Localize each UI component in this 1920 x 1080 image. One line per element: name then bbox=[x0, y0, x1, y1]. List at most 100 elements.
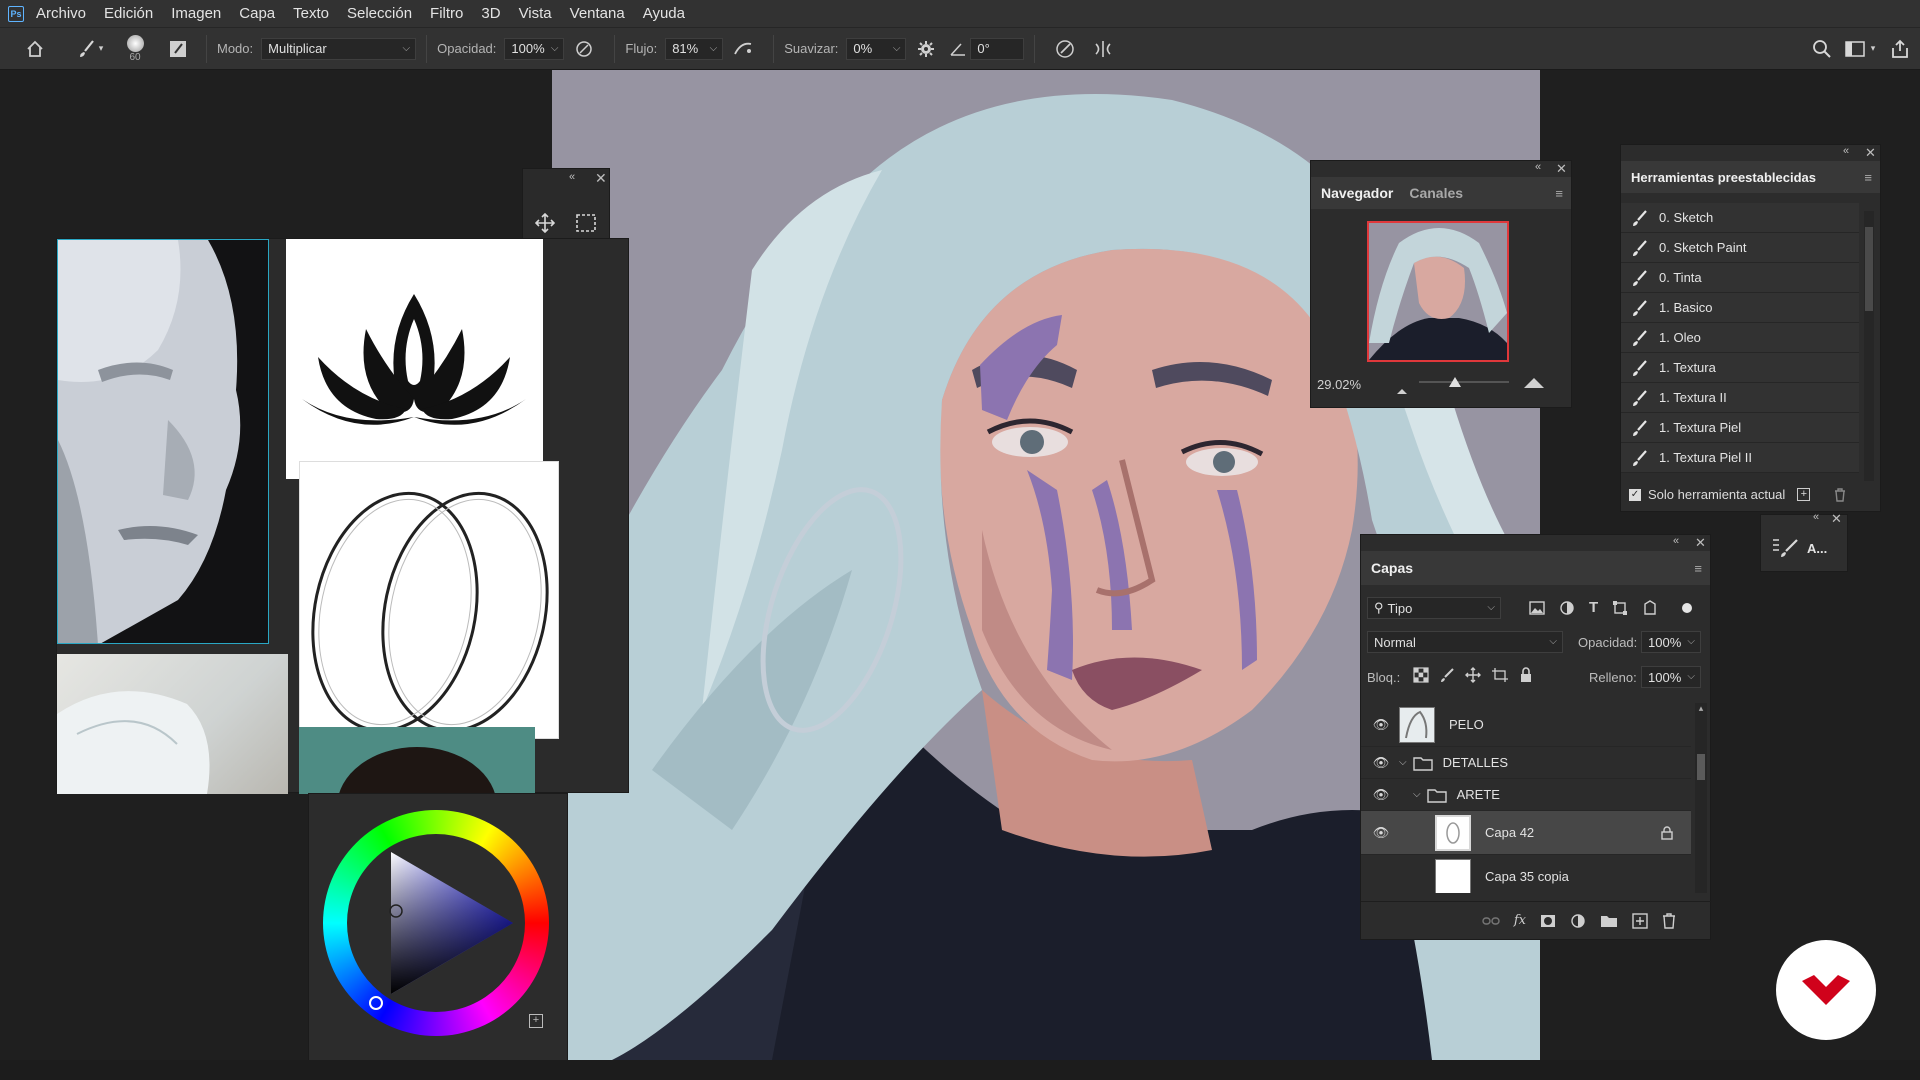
layer-filter-select[interactable]: ⚲ Tipo ⌵ bbox=[1367, 597, 1501, 619]
symmetry-icon[interactable] bbox=[1085, 38, 1121, 60]
layer-row-arete[interactable]: 👁 ⌵ ARETE bbox=[1361, 779, 1691, 811]
close-icon[interactable]: ✕ bbox=[595, 170, 607, 187]
preset-item[interactable]: 1. Oleo bbox=[1621, 323, 1859, 353]
search-icon[interactable] bbox=[1804, 39, 1840, 59]
panel-menu-icon[interactable]: ≡ bbox=[1864, 170, 1872, 185]
blend-mode-select[interactable]: Normal ⌵ bbox=[1367, 631, 1563, 653]
new-layer-icon[interactable] bbox=[1632, 912, 1648, 929]
menu-vista[interactable]: Vista bbox=[519, 5, 552, 22]
eye-icon[interactable]: 👁 bbox=[1371, 717, 1391, 733]
shape-filter-icon[interactable] bbox=[1612, 600, 1628, 616]
layer-row-capa-35-copia[interactable]: 👁 Capa 35 copia bbox=[1361, 855, 1691, 893]
navigator-thumbnail[interactable] bbox=[1367, 221, 1509, 362]
menu-capa[interactable]: Capa bbox=[239, 5, 275, 22]
trash-icon[interactable] bbox=[1834, 487, 1846, 502]
menu-ayuda[interactable]: Ayuda bbox=[643, 5, 685, 22]
zoom-value[interactable]: 29.02% bbox=[1317, 377, 1361, 392]
panel-menu-icon[interactable]: ≡ bbox=[1555, 186, 1563, 201]
collapse-icon[interactable]: « bbox=[1843, 145, 1849, 157]
close-icon[interactable]: ✕ bbox=[1831, 511, 1842, 527]
marquee-tool-icon[interactable] bbox=[575, 213, 597, 236]
add-swatch-icon[interactable]: + bbox=[529, 1014, 543, 1028]
eye-icon[interactable]: 👁 bbox=[1371, 787, 1391, 803]
smoothing-field[interactable]: 0% ⌵ bbox=[846, 37, 907, 60]
chevron-down-icon[interactable]: ⌵ bbox=[1399, 757, 1407, 768]
collapsed-panel[interactable]: « ✕ A... bbox=[1760, 511, 1848, 572]
adjustment-filter-icon[interactable] bbox=[1559, 600, 1575, 616]
layer-opacity-field[interactable]: 100% ⌵ bbox=[1641, 631, 1701, 653]
fx-icon[interactable]: fx bbox=[1514, 913, 1526, 928]
layer-row-pelo[interactable]: 👁 PELO bbox=[1361, 703, 1691, 747]
share-icon[interactable] bbox=[1880, 39, 1920, 59]
lock-pixels-icon[interactable] bbox=[1439, 667, 1455, 683]
menu-3d[interactable]: 3D bbox=[481, 5, 500, 22]
brush-tool-icon[interactable]: ▾ bbox=[70, 39, 110, 59]
fill-field[interactable]: 100% ⌵ bbox=[1641, 666, 1701, 688]
airbrush-icon[interactable] bbox=[723, 39, 763, 59]
preset-item[interactable]: 1. Textura Piel II bbox=[1621, 443, 1859, 473]
zoom-slider[interactable] bbox=[1419, 377, 1509, 387]
brush-settings-icon[interactable] bbox=[160, 39, 196, 59]
tab-navegador[interactable]: Navegador bbox=[1321, 185, 1393, 201]
close-icon[interactable]: ✕ bbox=[1556, 161, 1567, 177]
saturation-triangle[interactable] bbox=[323, 810, 549, 1036]
mode-select[interactable]: Multiplicar ⌵ bbox=[261, 37, 417, 60]
preset-item[interactable]: 1. Basico bbox=[1621, 293, 1859, 323]
zoom-slider-handle[interactable] bbox=[1449, 377, 1461, 387]
gear-icon[interactable] bbox=[906, 39, 946, 59]
preset-item[interactable]: 1. Textura bbox=[1621, 353, 1859, 383]
preset-item[interactable]: 1. Textura II bbox=[1621, 383, 1859, 413]
layers-scrollbar[interactable]: ▴ bbox=[1695, 703, 1707, 893]
link-icon[interactable] bbox=[1482, 915, 1500, 927]
lock-transparency-icon[interactable] bbox=[1413, 667, 1429, 683]
menu-archivo[interactable]: Archivo bbox=[36, 5, 86, 22]
preset-item[interactable]: 1. Textura Piel bbox=[1621, 413, 1859, 443]
collapse-icon[interactable]: « bbox=[1673, 535, 1679, 547]
new-preset-icon[interactable]: + bbox=[1797, 488, 1811, 501]
home-icon[interactable] bbox=[0, 39, 70, 59]
smart-object-filter-icon[interactable] bbox=[1642, 599, 1658, 616]
collapse-icon[interactable]: « bbox=[569, 171, 575, 183]
new-group-icon[interactable] bbox=[1600, 914, 1618, 928]
lock-all-icon[interactable] bbox=[1519, 667, 1533, 683]
pressure-opacity-icon[interactable] bbox=[564, 39, 604, 59]
move-tool-icon[interactable] bbox=[534, 212, 556, 236]
lock-icon[interactable] bbox=[1661, 826, 1673, 840]
reference-board[interactable] bbox=[56, 238, 629, 794]
filter-toggle-icon[interactable] bbox=[1682, 602, 1693, 613]
adjustment-layer-icon[interactable] bbox=[1570, 913, 1586, 929]
preset-item[interactable]: 0. Tinta bbox=[1621, 263, 1859, 293]
lock-artboard-icon[interactable] bbox=[1491, 667, 1509, 683]
close-icon[interactable]: ✕ bbox=[1865, 145, 1876, 161]
panel-menu-icon[interactable]: ≡ bbox=[1694, 561, 1702, 576]
menu-filtro[interactable]: Filtro bbox=[430, 5, 463, 22]
collapse-icon[interactable]: « bbox=[1535, 161, 1541, 173]
layer-row-detalles[interactable]: 👁 ⌵ DETALLES bbox=[1361, 747, 1691, 779]
checkbox-checked-icon[interactable]: ✓ bbox=[1629, 488, 1641, 501]
menu-texto[interactable]: Texto bbox=[293, 5, 329, 22]
menu-seleccion[interactable]: Selección bbox=[347, 5, 412, 22]
zoom-in-icon[interactable] bbox=[1523, 377, 1545, 392]
close-icon[interactable]: ✕ bbox=[1695, 535, 1706, 551]
zoom-out-icon[interactable] bbox=[1395, 383, 1409, 398]
brush-size-picker[interactable]: 60 bbox=[110, 34, 160, 63]
trash-icon[interactable] bbox=[1662, 912, 1676, 929]
image-filter-icon[interactable] bbox=[1529, 600, 1545, 615]
lock-position-icon[interactable] bbox=[1465, 667, 1481, 683]
preset-item[interactable]: 0. Sketch Paint bbox=[1621, 233, 1859, 263]
menu-ventana[interactable]: Ventana bbox=[570, 5, 625, 22]
eye-icon[interactable]: 👁 bbox=[1371, 825, 1391, 841]
collapse-icon[interactable]: « bbox=[1813, 511, 1819, 523]
layer-mask-icon[interactable] bbox=[1540, 914, 1556, 928]
presets-scrollbar[interactable] bbox=[1864, 211, 1874, 481]
type-filter-icon[interactable]: T bbox=[1589, 599, 1598, 616]
preset-item[interactable]: 0. Sketch bbox=[1621, 203, 1859, 233]
opacity-field[interactable]: 100% ⌵ bbox=[504, 37, 565, 60]
menu-edicion[interactable]: Edición bbox=[104, 5, 153, 22]
eye-icon[interactable]: 👁 bbox=[1371, 755, 1391, 771]
chevron-down-icon[interactable]: ⌵ bbox=[1413, 789, 1421, 800]
layer-row-capa-42[interactable]: 👁 Capa 42 bbox=[1361, 811, 1691, 855]
photoshop-logo[interactable]: Ps bbox=[8, 5, 24, 22]
menu-imagen[interactable]: Imagen bbox=[171, 5, 221, 22]
tab-canales[interactable]: Canales bbox=[1409, 185, 1463, 201]
